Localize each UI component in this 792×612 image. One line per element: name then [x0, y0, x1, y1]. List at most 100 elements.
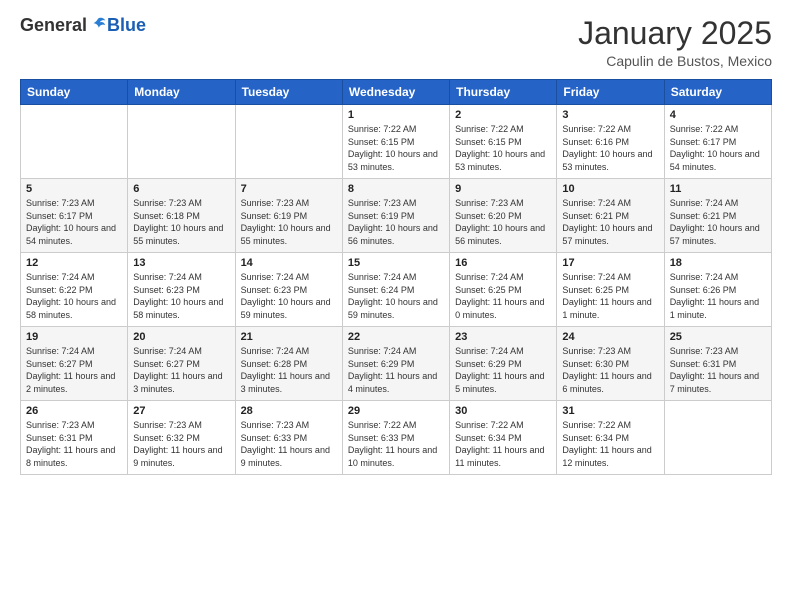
week-row-1: 5 Sunrise: 7:23 AMSunset: 6:17 PMDaylight… [21, 179, 772, 253]
day-cell: 28 Sunrise: 7:23 AMSunset: 6:33 PMDayligh… [235, 401, 342, 475]
logo-bird-icon [89, 16, 107, 34]
day-info: Sunrise: 7:24 AMSunset: 6:21 PMDaylight:… [562, 197, 658, 247]
day-cell: 20 Sunrise: 7:24 AMSunset: 6:27 PMDayligh… [128, 327, 235, 401]
day-info: Sunrise: 7:23 AMSunset: 6:20 PMDaylight:… [455, 197, 551, 247]
day-cell [21, 105, 128, 179]
day-cell: 17 Sunrise: 7:24 AMSunset: 6:25 PMDayligh… [557, 253, 664, 327]
day-number: 2 [455, 109, 551, 121]
day-number: 12 [26, 257, 122, 269]
day-number: 25 [670, 331, 766, 343]
calendar-title: January 2025 [578, 16, 772, 51]
day-info: Sunrise: 7:22 AMSunset: 6:15 PMDaylight:… [348, 123, 444, 173]
day-info: Sunrise: 7:22 AMSunset: 6:34 PMDaylight:… [455, 419, 551, 469]
day-info: Sunrise: 7:23 AMSunset: 6:33 PMDaylight:… [241, 419, 337, 469]
week-row-3: 19 Sunrise: 7:24 AMSunset: 6:27 PMDayligh… [21, 327, 772, 401]
day-number: 27 [133, 405, 229, 417]
day-info: Sunrise: 7:24 AMSunset: 6:29 PMDaylight:… [455, 345, 551, 395]
day-cell: 15 Sunrise: 7:24 AMSunset: 6:24 PMDayligh… [342, 253, 449, 327]
day-number: 20 [133, 331, 229, 343]
day-info: Sunrise: 7:23 AMSunset: 6:30 PMDaylight:… [562, 345, 658, 395]
day-cell: 25 Sunrise: 7:23 AMSunset: 6:31 PMDayligh… [664, 327, 771, 401]
day-info: Sunrise: 7:22 AMSunset: 6:16 PMDaylight:… [562, 123, 658, 173]
day-info: Sunrise: 7:24 AMSunset: 6:21 PMDaylight:… [670, 197, 766, 247]
day-number: 19 [26, 331, 122, 343]
day-number: 4 [670, 109, 766, 121]
day-info: Sunrise: 7:24 AMSunset: 6:26 PMDaylight:… [670, 271, 766, 321]
day-number: 11 [670, 183, 766, 195]
day-cell: 24 Sunrise: 7:23 AMSunset: 6:30 PMDayligh… [557, 327, 664, 401]
week-row-4: 26 Sunrise: 7:23 AMSunset: 6:31 PMDayligh… [21, 401, 772, 475]
day-info: Sunrise: 7:24 AMSunset: 6:23 PMDaylight:… [133, 271, 229, 321]
day-info: Sunrise: 7:24 AMSunset: 6:24 PMDaylight:… [348, 271, 444, 321]
day-info: Sunrise: 7:23 AMSunset: 6:31 PMDaylight:… [670, 345, 766, 395]
day-cell: 19 Sunrise: 7:24 AMSunset: 6:27 PMDayligh… [21, 327, 128, 401]
day-info: Sunrise: 7:24 AMSunset: 6:25 PMDaylight:… [562, 271, 658, 321]
day-cell: 11 Sunrise: 7:24 AMSunset: 6:21 PMDayligh… [664, 179, 771, 253]
day-info: Sunrise: 7:23 AMSunset: 6:19 PMDaylight:… [241, 197, 337, 247]
day-number: 18 [670, 257, 766, 269]
day-info: Sunrise: 7:24 AMSunset: 6:29 PMDaylight:… [348, 345, 444, 395]
day-number: 30 [455, 405, 551, 417]
day-cell: 8Sunrise: 7:23 AMSunset: 6:19 PMDaylight… [342, 179, 449, 253]
page: General Blue January 2025 Capulin de Bus… [0, 0, 792, 612]
day-info: Sunrise: 7:24 AMSunset: 6:22 PMDaylight:… [26, 271, 122, 321]
day-info: Sunrise: 7:24 AMSunset: 6:27 PMDaylight:… [133, 345, 229, 395]
header-tuesday: Tuesday [235, 80, 342, 105]
day-number: 3 [562, 109, 658, 121]
logo-text: General Blue [20, 16, 146, 34]
day-number: 21 [241, 331, 337, 343]
week-row-2: 12 Sunrise: 7:24 AMSunset: 6:22 PMDayligh… [21, 253, 772, 327]
day-number: 31 [562, 405, 658, 417]
day-cell [235, 105, 342, 179]
day-cell: 10Sunrise: 7:24 AMSunset: 6:21 PMDayligh… [557, 179, 664, 253]
day-number: 22 [348, 331, 444, 343]
day-number: 13 [133, 257, 229, 269]
day-info: Sunrise: 7:22 AMSunset: 6:33 PMDaylight:… [348, 419, 444, 469]
day-number: 26 [26, 405, 122, 417]
day-number: 16 [455, 257, 551, 269]
day-info: Sunrise: 7:24 AMSunset: 6:23 PMDaylight:… [241, 271, 337, 321]
day-cell: 18 Sunrise: 7:24 AMSunset: 6:26 PMDayligh… [664, 253, 771, 327]
day-number: 28 [241, 405, 337, 417]
header-sunday: Sunday [21, 80, 128, 105]
day-info: Sunrise: 7:24 AMSunset: 6:28 PMDaylight:… [241, 345, 337, 395]
day-cell: 14 Sunrise: 7:24 AMSunset: 6:23 PMDayligh… [235, 253, 342, 327]
day-cell: 5 Sunrise: 7:23 AMSunset: 6:17 PMDaylight… [21, 179, 128, 253]
day-info: Sunrise: 7:24 AMSunset: 6:27 PMDaylight:… [26, 345, 122, 395]
header-thursday: Thursday [450, 80, 557, 105]
day-number: 29 [348, 405, 444, 417]
day-info: Sunrise: 7:24 AMSunset: 6:25 PMDaylight:… [455, 271, 551, 321]
day-cell: 9 Sunrise: 7:23 AMSunset: 6:20 PMDaylight… [450, 179, 557, 253]
day-number: 17 [562, 257, 658, 269]
day-cell: 6Sunrise: 7:23 AMSunset: 6:18 PMDaylight… [128, 179, 235, 253]
day-number: 5 [26, 183, 122, 195]
day-info: Sunrise: 7:23 AMSunset: 6:18 PMDaylight:… [133, 197, 229, 247]
weekday-header-row: Sunday Monday Tuesday Wednesday Thursday… [21, 80, 772, 105]
calendar-table: Sunday Monday Tuesday Wednesday Thursday… [20, 79, 772, 475]
day-cell: 22 Sunrise: 7:24 AMSunset: 6:29 PMDayligh… [342, 327, 449, 401]
day-cell: 7Sunrise: 7:23 AMSunset: 6:19 PMDaylight… [235, 179, 342, 253]
day-cell: 4Sunrise: 7:22 AMSunset: 6:17 PMDaylight… [664, 105, 771, 179]
logo-general: General [20, 16, 87, 34]
day-cell: 12 Sunrise: 7:24 AMSunset: 6:22 PMDayligh… [21, 253, 128, 327]
day-info: Sunrise: 7:23 AMSunset: 6:31 PMDaylight:… [26, 419, 122, 469]
day-cell: 13 Sunrise: 7:24 AMSunset: 6:23 PMDayligh… [128, 253, 235, 327]
header-wednesday: Wednesday [342, 80, 449, 105]
logo: General Blue [20, 16, 146, 34]
day-number: 15 [348, 257, 444, 269]
day-cell: 30 Sunrise: 7:22 AMSunset: 6:34 PMDayligh… [450, 401, 557, 475]
day-cell: 26 Sunrise: 7:23 AMSunset: 6:31 PMDayligh… [21, 401, 128, 475]
day-cell: 27 Sunrise: 7:23 AMSunset: 6:32 PMDayligh… [128, 401, 235, 475]
day-info: Sunrise: 7:23 AMSunset: 6:17 PMDaylight:… [26, 197, 122, 247]
header-saturday: Saturday [664, 80, 771, 105]
day-cell: 21 Sunrise: 7:24 AMSunset: 6:28 PMDayligh… [235, 327, 342, 401]
day-cell [664, 401, 771, 475]
day-number: 9 [455, 183, 551, 195]
day-number: 8 [348, 183, 444, 195]
day-cell: 31Sunrise: 7:22 AMSunset: 6:34 PMDayligh… [557, 401, 664, 475]
calendar-subtitle: Capulin de Bustos, Mexico [578, 53, 772, 69]
day-info: Sunrise: 7:23 AMSunset: 6:32 PMDaylight:… [133, 419, 229, 469]
day-number: 14 [241, 257, 337, 269]
header: General Blue January 2025 Capulin de Bus… [20, 16, 772, 69]
day-number: 24 [562, 331, 658, 343]
